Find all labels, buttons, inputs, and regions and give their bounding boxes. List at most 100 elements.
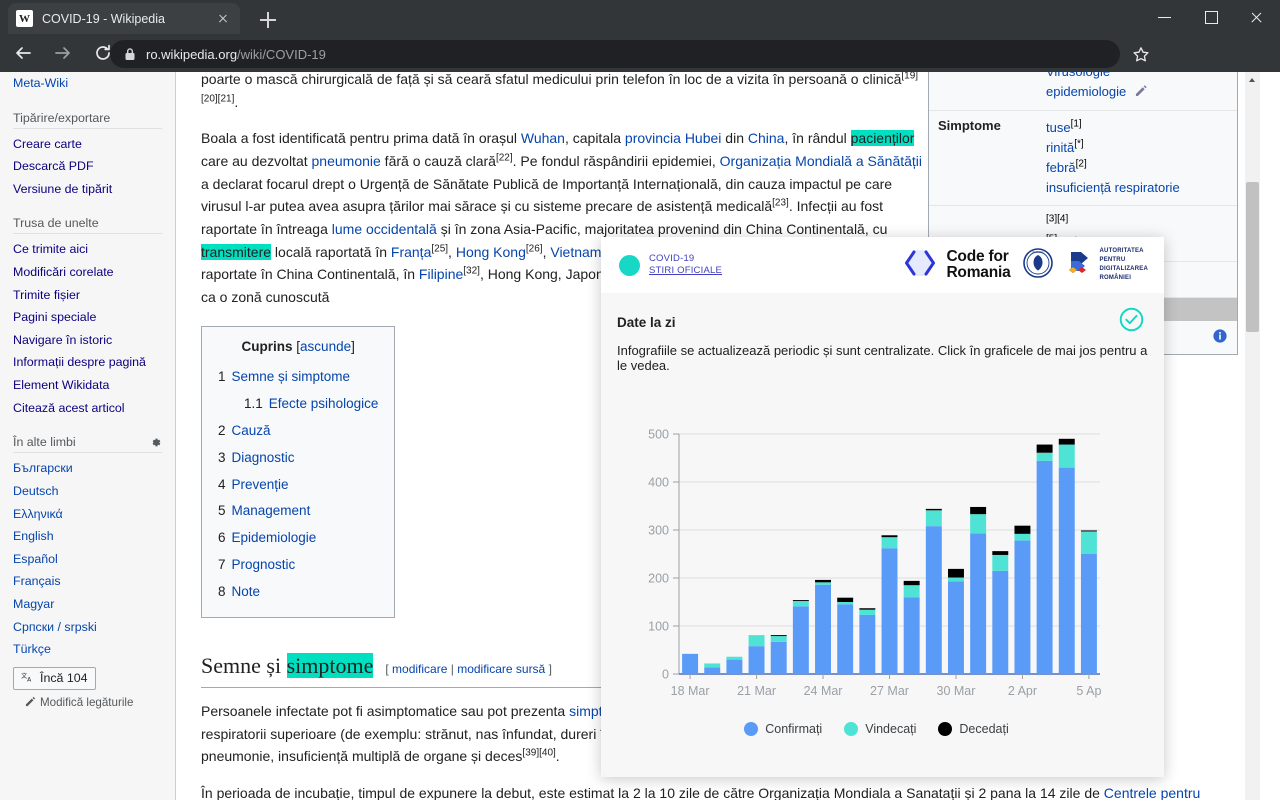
page-scrollbar[interactable] <box>1245 72 1260 800</box>
more-languages-label: Încă 104 <box>40 671 88 686</box>
link-tuse[interactable]: tuse <box>1046 120 1071 135</box>
ref-1[interactable]: [1] <box>1071 118 1082 129</box>
toc-label-7[interactable]: Prognostic <box>232 557 296 572</box>
toc-label-5[interactable]: Management <box>232 503 311 518</box>
bookmark-star-icon[interactable] <box>1132 46 1150 69</box>
link-filipine[interactable]: Filipine <box>419 266 463 282</box>
legend-item-vindecati[interactable]: Vindecați <box>844 722 916 736</box>
more-languages-button[interactable]: 文A Încă 104 <box>13 666 96 690</box>
edit-language-links[interactable]: Modifică legăturile <box>25 696 162 710</box>
back-button[interactable] <box>6 36 40 70</box>
covid-stacked-bar-chart[interactable]: 0 100 200 300 400 500 18 Mar 21 Mar 24 Mar 27 Mar… <box>601 422 1164 712</box>
sidebar-item-versiune-tiparit[interactable]: Versiune de tipărit <box>13 178 162 201</box>
window-minimize-button[interactable] <box>1142 0 1188 34</box>
sidebar-item-element-wikidata[interactable]: Element Wikidata <box>13 374 162 397</box>
sidebar-item-informatii-pagina[interactable]: Informații despre pagină <box>13 351 162 374</box>
sidebar-item-citeaza-articol[interactable]: Citează acest articol <box>13 397 162 420</box>
ref-2[interactable]: [2] <box>1076 159 1087 170</box>
sidebar-item-pagini-speciale[interactable]: Pagini speciale <box>13 306 162 329</box>
sidebar-item-meta-wiki[interactable]: Meta-Wiki <box>13 72 162 95</box>
sidebar-lang-greek[interactable]: Ελληνικά <box>13 503 162 526</box>
toc-item-1-1[interactable]: 1.1 Efecte psihologice <box>218 390 378 417</box>
browser-tab-covid19[interactable]: W COVID-19 - Wikipedia <box>8 3 240 34</box>
link-franta[interactable]: Franța <box>391 244 431 260</box>
window-maximize-button[interactable] <box>1188 0 1234 34</box>
toc-item-6[interactable]: 6 Epidemiologie <box>218 525 378 552</box>
link-febra[interactable]: febră <box>1046 160 1076 175</box>
link-hubei[interactable]: provincia Hubei <box>625 130 722 146</box>
toc-item-3[interactable]: 3 Diagnostic <box>218 444 378 471</box>
toc-item-4[interactable]: 4 Prevenție <box>218 471 378 498</box>
toc-item-7[interactable]: 7 Prognostic <box>218 552 378 579</box>
toc-label-3[interactable]: Diagnostic <box>232 450 295 465</box>
scrollbar-thumb[interactable] <box>1246 182 1259 332</box>
sidebar-lang-francais[interactable]: Français <box>13 570 162 593</box>
covid-chart-container[interactable]: 0 100 200 300 400 500 18 Mar 21 Mar 24 Mar 27 Mar… <box>601 422 1164 777</box>
link-vietnam[interactable]: Vietnam <box>550 244 601 260</box>
link-virusologie[interactable]: Virusologie <box>1046 72 1228 82</box>
ref-26[interactable]: [26] <box>526 243 543 254</box>
toc-item-2[interactable]: 2 Cauză <box>218 417 378 444</box>
ref-32[interactable]: [32] <box>463 266 480 277</box>
toc-label-6[interactable]: Epidemiologie <box>232 530 317 545</box>
link-china[interactable]: China <box>748 130 785 146</box>
section1-edit-source-link[interactable]: modificare sursă <box>457 662 545 676</box>
section1-edit-link[interactable]: modificare <box>392 662 447 676</box>
sidebar-lang-espanol[interactable]: Español <box>13 548 162 571</box>
link-rinita[interactable]: rinită <box>1046 140 1074 155</box>
sidebar-item-navigare-istoric[interactable]: Navigare în istoric <box>13 329 162 352</box>
scrollbar-up-arrow-icon[interactable] <box>1245 72 1260 87</box>
romania-government-seal-icon: ROMANIA <box>1022 247 1053 283</box>
sidebar-item-descarca-pdf[interactable]: Descarcă PDF <box>13 155 162 178</box>
link-oms[interactable]: Organizația Mondială a Sănătății <box>720 153 922 169</box>
legend-item-confirmati[interactable]: Confirmați <box>744 722 822 736</box>
tab-close-icon[interactable] <box>214 10 232 28</box>
svg-text:ROMANIA: ROMANIA <box>1032 251 1044 254</box>
s1-sep: | <box>450 662 454 677</box>
ref-23[interactable]: [23] <box>772 198 789 209</box>
lock-icon <box>124 47 136 61</box>
sidebar-lang-turkce[interactable]: Türkçe <box>13 638 162 661</box>
new-tab-button[interactable] <box>256 8 280 32</box>
ref-star[interactable]: [*] <box>1074 139 1083 150</box>
forward-button[interactable] <box>46 36 80 70</box>
sidebar-lang-english[interactable]: English <box>13 525 162 548</box>
pencil-edit-icon[interactable] <box>1135 83 1148 103</box>
toc-item-5[interactable]: 5 Management <box>218 498 378 525</box>
sidebar-lang-srpski[interactable]: Српски / srpski <box>13 616 162 639</box>
infobox-value-specialty: Virusologie epidemiologie <box>1037 72 1237 110</box>
section1-edit-links: [ modificare | modificare sursă ] <box>385 660 552 679</box>
gear-icon[interactable] <box>149 436 162 449</box>
toc-item-8[interactable]: 8 Note <box>218 578 378 605</box>
link-hong-kong[interactable]: Hong Kong <box>456 244 526 260</box>
address-bar[interactable]: ro.wikipedia.org/wiki/COVID-19 <box>110 40 1120 68</box>
ref-3-4[interactable]: [3][4] <box>1046 214 1068 225</box>
toc-label-8[interactable]: Note <box>232 584 261 599</box>
sidebar-lang-magyar[interactable]: Magyar <box>13 593 162 616</box>
adr-line-4: ROMÂNIEI <box>1099 275 1132 281</box>
toc-label-1-1[interactable]: Efecte psihologice <box>269 396 379 411</box>
toc-label-4[interactable]: Prevenție <box>232 477 289 492</box>
ref-39-40[interactable]: [39][40] <box>522 748 555 759</box>
ref-25[interactable]: [25] <box>431 243 448 254</box>
toc-item-1[interactable]: 1 Semne și simptome <box>218 364 378 391</box>
symptom-rinita: rinită[*] <box>1046 138 1228 158</box>
sidebar-item-creare-carte[interactable]: Creare carte <box>13 133 162 156</box>
sidebar-lang-bulgarian[interactable]: Български <box>13 457 162 480</box>
link-wuhan[interactable]: Wuhan <box>521 130 565 146</box>
window-close-button[interactable] <box>1234 0 1280 34</box>
link-pneumonie[interactable]: pneumonie <box>312 153 381 169</box>
link-insuficienta-respiratorie[interactable]: insuficiență respiratorie <box>1046 180 1180 195</box>
sidebar-lang-deutsch[interactable]: Deutsch <box>13 480 162 503</box>
link-epidemiologie[interactable]: epidemiologie <box>1046 84 1126 99</box>
sidebar-item-trimite-fisier[interactable]: Trimite fișier <box>13 284 162 307</box>
ref-22[interactable]: [22] <box>496 152 513 163</box>
toc-label-2[interactable]: Cauză <box>232 423 271 438</box>
sidebar-item-modificari-corelate[interactable]: Modificări corelate <box>13 261 162 284</box>
link-lume-occidentala[interactable]: lume occidentală <box>332 221 437 237</box>
sidebar-item-ce-trimite-aici[interactable]: Ce trimite aici <box>13 238 162 261</box>
toc-toggle-link[interactable]: ascunde <box>300 339 351 354</box>
info-icon[interactable] <box>1213 329 1227 346</box>
legend-item-decedati[interactable]: Decedați <box>938 722 1009 736</box>
toc-label-1[interactable]: Semne și simptome <box>232 369 351 384</box>
